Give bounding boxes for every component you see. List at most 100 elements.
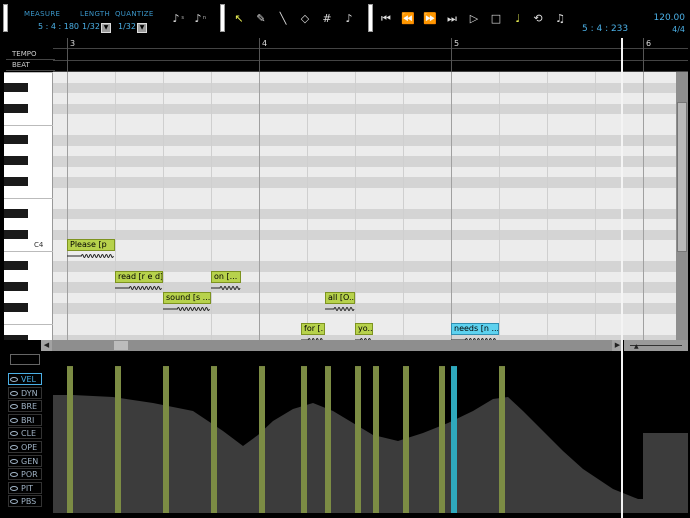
time-signature[interactable]: 4/4 (672, 25, 685, 34)
black-key[interactable] (4, 177, 28, 186)
measure-line (451, 38, 452, 72)
beat-line (67, 72, 68, 340)
velocity-bar[interactable] (499, 366, 505, 513)
control-param-por[interactable]: POR (8, 468, 42, 481)
control-curve-area[interactable] (53, 351, 688, 513)
velocity-bar[interactable] (163, 366, 169, 513)
measure-line (67, 38, 68, 72)
vertical-scrollbar[interactable] (676, 72, 688, 340)
piano-roll[interactable]: C4 C3 Please [p read [r e d]sound [s ...o… (4, 72, 676, 340)
param-toggle-icon[interactable] (10, 431, 18, 437)
velocity-bar[interactable] (115, 366, 121, 513)
tempo-ruler-label: TEMPO (6, 49, 55, 60)
black-key[interactable] (4, 156, 28, 165)
zoom-slider[interactable] (220, 4, 225, 32)
note-block[interactable]: for [... (301, 323, 325, 335)
black-key[interactable] (4, 208, 28, 218)
note-grid[interactable]: Please [p read [r e d] sound [s ... on [...… (53, 72, 676, 340)
grid-tool-icon[interactable]: # (319, 11, 335, 27)
measure-number: 4 (262, 39, 268, 48)
song-position: 5 : 4 : 233 (582, 24, 629, 34)
velocity-bar[interactable] (355, 366, 361, 513)
black-key[interactable] (4, 103, 28, 113)
control-param-gen[interactable]: GEN (8, 454, 42, 467)
rewind-icon[interactable]: ⏪ (400, 11, 416, 27)
black-key[interactable] (4, 282, 28, 291)
realtime-icon[interactable]: ♫ (552, 11, 568, 27)
control-param-dyn[interactable]: DYN (8, 386, 42, 399)
velocity-bar[interactable] (373, 366, 379, 513)
play-icon[interactable]: ▷ (466, 11, 482, 27)
control-param-pbs[interactable]: PBS (8, 495, 42, 508)
note-block[interactable]: all [O... (325, 291, 355, 304)
horizontal-zoom-slider[interactable]: ▲ (624, 340, 688, 351)
note-tool-icon[interactable]: ♪ (341, 11, 357, 27)
black-key[interactable] (4, 82, 28, 92)
velocity-bar[interactable] (439, 366, 445, 513)
arrow-tool-icon[interactable]: ↖ (231, 11, 247, 27)
velocity-bar[interactable] (211, 366, 217, 513)
tempo-value[interactable]: 120.00 (654, 13, 686, 23)
playhead-cursor[interactable] (621, 38, 623, 518)
black-key[interactable] (4, 303, 28, 312)
fast-forward-icon[interactable]: ⏩ (422, 11, 438, 27)
note-block[interactable]: on [... (211, 270, 241, 283)
quantize-value[interactable]: 1/32 (118, 22, 136, 31)
velocity-bar[interactable] (403, 366, 409, 513)
black-key[interactable] (4, 135, 28, 144)
go-to-start-icon[interactable]: ⏮ (378, 11, 394, 27)
stop-icon[interactable]: □ (488, 11, 504, 27)
note-block[interactable]: read [r e d] (115, 270, 163, 283)
quantize-dropdown-arrow-icon[interactable]: ▼ (137, 23, 147, 33)
velocity-bar[interactable] (325, 366, 331, 513)
param-toggle-icon[interactable] (10, 458, 18, 464)
note-block[interactable]: sound [s ... (163, 291, 211, 304)
tempo-ruler[interactable] (53, 60, 688, 61)
measure-ruler[interactable] (53, 38, 688, 49)
piano-keyboard[interactable]: C4 C3 (4, 72, 53, 340)
metronome-icon[interactable]: ♩ (510, 11, 526, 27)
note-quantize-tool-icon[interactable]: ♪ n (190, 11, 206, 27)
note-length-tool-icon[interactable]: ♪ s (168, 11, 184, 27)
param-toggle-icon[interactable] (10, 417, 18, 423)
length-value[interactable]: 1/32 (82, 22, 100, 31)
param-toggle-icon[interactable] (10, 404, 18, 410)
velocity-bar[interactable] (67, 366, 73, 513)
vibrato-wave-icon (67, 254, 114, 258)
note-block[interactable]: yo... (355, 323, 373, 335)
control-param-bri[interactable]: BRI (8, 413, 42, 426)
note-block[interactable]: Please [p (67, 239, 115, 251)
param-toggle-icon[interactable] (10, 485, 18, 491)
param-toggle-icon[interactable] (10, 445, 18, 450)
note-block[interactable]: needs [n ... (451, 323, 499, 335)
velocity-bar[interactable] (451, 366, 457, 513)
param-toggle-icon[interactable] (10, 499, 18, 505)
param-toggle-icon[interactable] (10, 377, 18, 382)
black-key[interactable] (4, 229, 28, 239)
vertical-scroll-thumb[interactable] (677, 102, 687, 252)
black-key[interactable] (4, 334, 28, 340)
eraser-tool-icon[interactable]: ◇ (297, 11, 313, 27)
control-param-bre[interactable]: BRE (8, 400, 42, 413)
horizontal-scrollbar[interactable] (52, 340, 622, 351)
length-dropdown-arrow-icon[interactable]: ▼ (101, 23, 111, 33)
control-param-cle[interactable]: CLE (8, 427, 42, 440)
scroll-left-icon[interactable]: ◀ (41, 340, 52, 351)
velocity-bar[interactable] (301, 366, 307, 513)
pencil-tool-icon[interactable]: ✎ (253, 11, 269, 27)
line-tool-icon[interactable]: ╲ (275, 11, 291, 27)
zoom-handle-icon[interactable]: ▲ (634, 343, 639, 350)
go-to-end-icon[interactable]: ⏭ (444, 11, 460, 27)
control-value-box (10, 354, 40, 365)
velocity-bar[interactable] (259, 366, 265, 513)
playback-slider[interactable] (368, 4, 373, 32)
control-param-pit[interactable]: PIT (8, 481, 42, 494)
control-param-ope[interactable]: OPE (8, 441, 42, 453)
black-key[interactable] (4, 261, 28, 270)
control-param-vel[interactable]: VEL (8, 373, 42, 385)
volume-slider[interactable] (3, 4, 8, 32)
loop-icon[interactable]: ⟲ (530, 11, 546, 27)
param-toggle-icon[interactable] (10, 390, 18, 396)
param-toggle-icon[interactable] (10, 472, 18, 478)
horizontal-scroll-thumb[interactable] (114, 341, 128, 350)
